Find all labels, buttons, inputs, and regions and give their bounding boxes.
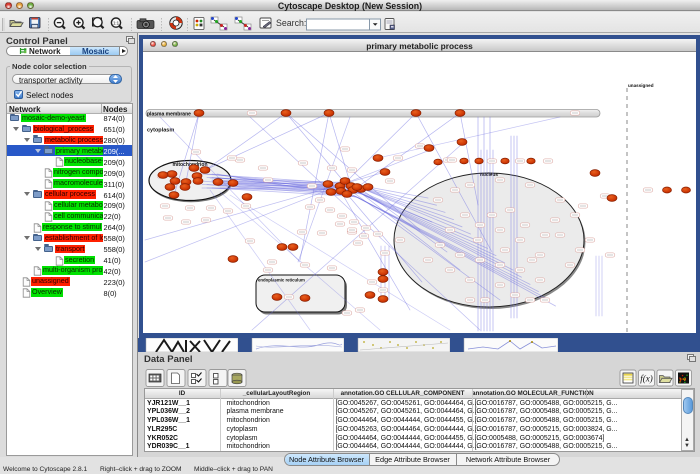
- svg-text:f(x): f(x): [640, 374, 653, 384]
- svg-text:Search:: Search:: [276, 18, 306, 28]
- svg-text:cytoplasm: cytoplasm: [147, 128, 174, 134]
- svg-text:nucleus: nucleus: [480, 172, 498, 178]
- svg-text:1:1: 1:1: [113, 20, 120, 25]
- svg-text:endoplasmic reticulum: endoplasmic reticulum: [258, 278, 305, 283]
- svg-text:plasma membrane: plasma membrane: [147, 112, 191, 118]
- svg-text:unassigned: unassigned: [628, 83, 654, 88]
